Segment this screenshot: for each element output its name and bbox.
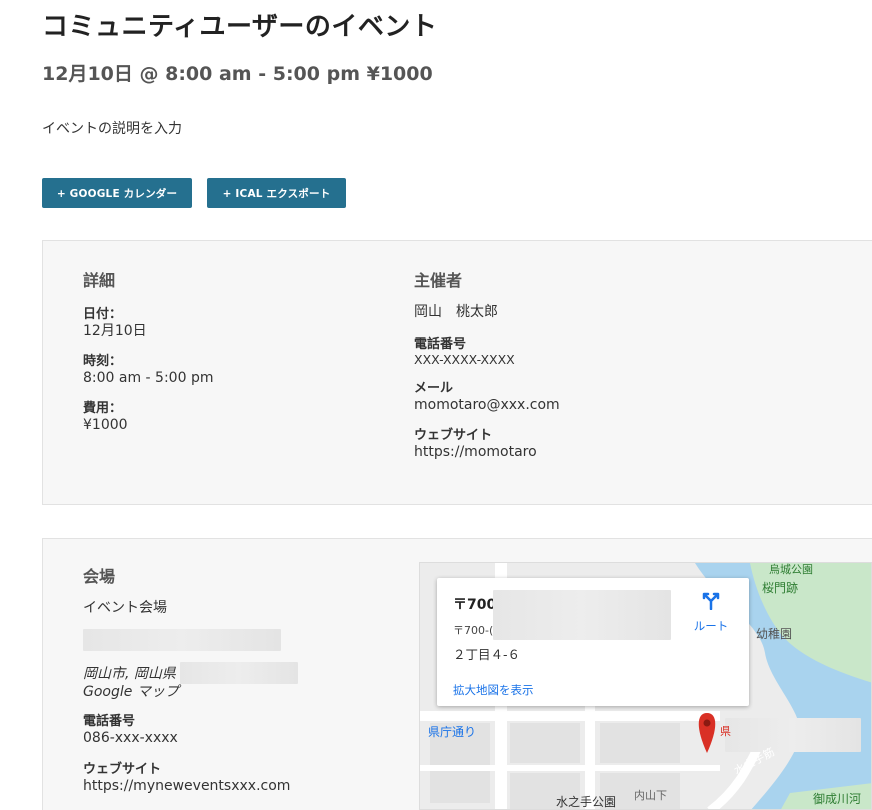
map-label-mizuteai: 水之手公園 — [556, 795, 617, 809]
organizer-phone-label: 電話番号 — [414, 337, 467, 353]
event-description: イベントの説明を入力 — [42, 121, 182, 137]
venue-city-row: 岡山市, 岡山県 — [83, 662, 383, 685]
google-map-link[interactable]: Google マップ — [83, 683, 383, 701]
venue-website-label: ウェブサイト — [83, 761, 162, 777]
details-heading: 詳細 — [83, 271, 116, 290]
google-calendar-button[interactable]: + GOOGLE カレンダー — [42, 178, 192, 208]
redacted-postal — [179, 662, 298, 685]
info-zip: 〒700 — [453, 597, 497, 613]
organizer-phone-value: XXX-XXXX-XXXX — [414, 352, 515, 368]
venue-name: イベント会場 — [83, 600, 167, 616]
map-label-kindergarten: 幼稚園 — [756, 627, 793, 641]
venue-phone-label: 電話番号 — [83, 714, 136, 730]
venue-heading: 会場 — [83, 567, 116, 586]
date-label: 日付： — [83, 307, 123, 322]
map-label-uchisange: 内山下 — [634, 789, 667, 802]
map-label-onari: 御成川河 — [813, 792, 862, 806]
venue-city: 岡山市, 岡山県 — [83, 666, 176, 683]
map-label-kencho: 県 — [720, 725, 731, 738]
route-label: ルート — [693, 619, 729, 633]
info-zip-secondary: 〒700-( — [453, 624, 494, 637]
map-label-prefecture-street: 県庁通り — [428, 725, 477, 739]
venue-phone-value: 086-xxx-xxxx — [83, 730, 178, 747]
details-section: 詳細 日付： 12月10日 時刻： 8:00 am - 5:00 pm 費用： … — [83, 267, 363, 445]
organizer-heading: 主催者 — [414, 271, 463, 290]
organizer-website-label: ウェブサイト — [414, 428, 493, 444]
organizer-section: 主催者 岡山 桃太郎 電話番号 XXX-XXXX-XXXX メール momota… — [414, 267, 774, 472]
directions-icon — [702, 592, 720, 611]
cost-value: ¥1000 — [83, 417, 128, 434]
event-datetime: 12月10日 @ 8:00 am - 5:00 pm ¥1000 — [42, 63, 433, 85]
details-panel: 詳細 日付： 12月10日 時刻： 8:00 am - 5:00 pm 費用： … — [42, 240, 872, 505]
map-info-window: 〒700 〒700-( ２丁目４-６ 拡大地図を表示 ルート — [437, 578, 749, 706]
time-value: 8:00 am - 5:00 pm — [83, 370, 214, 387]
cost-label: 費用： — [83, 401, 123, 417]
organizer-name: 岡山 桃太郎 — [414, 304, 498, 320]
organizer-website-link[interactable]: https://momotaro — [414, 443, 774, 461]
info-address: ２丁目４-６ — [453, 647, 521, 662]
organizer-email-value[interactable]: momotaro@xxx.com — [414, 396, 774, 414]
time-label: 時刻： — [83, 354, 123, 370]
date-value: 12月10日 — [83, 323, 147, 339]
redacted-info-address — [493, 590, 671, 640]
route-button[interactable]: ルート — [689, 592, 733, 634]
event-title: コミュニティユーザーのイベント — [42, 12, 438, 42]
ical-export-button[interactable]: + ICAL エクスポート — [207, 178, 346, 208]
redacted-pin-label — [725, 718, 861, 752]
venue-section: 会場 イベント会場 岡山市, 岡山県 Google マップ 電話番号 086-x… — [83, 563, 383, 805]
map-label-castle-park: 烏城公園 — [769, 563, 813, 576]
view-larger-map-link[interactable]: 拡大地図を表示 — [453, 682, 534, 698]
map-label-gate: 桜門跡 — [762, 581, 799, 595]
organizer-email-label: メール — [414, 381, 454, 397]
venue-website-link[interactable]: https://myneweventsxxx.com — [83, 777, 383, 795]
redacted-address — [83, 629, 281, 652]
